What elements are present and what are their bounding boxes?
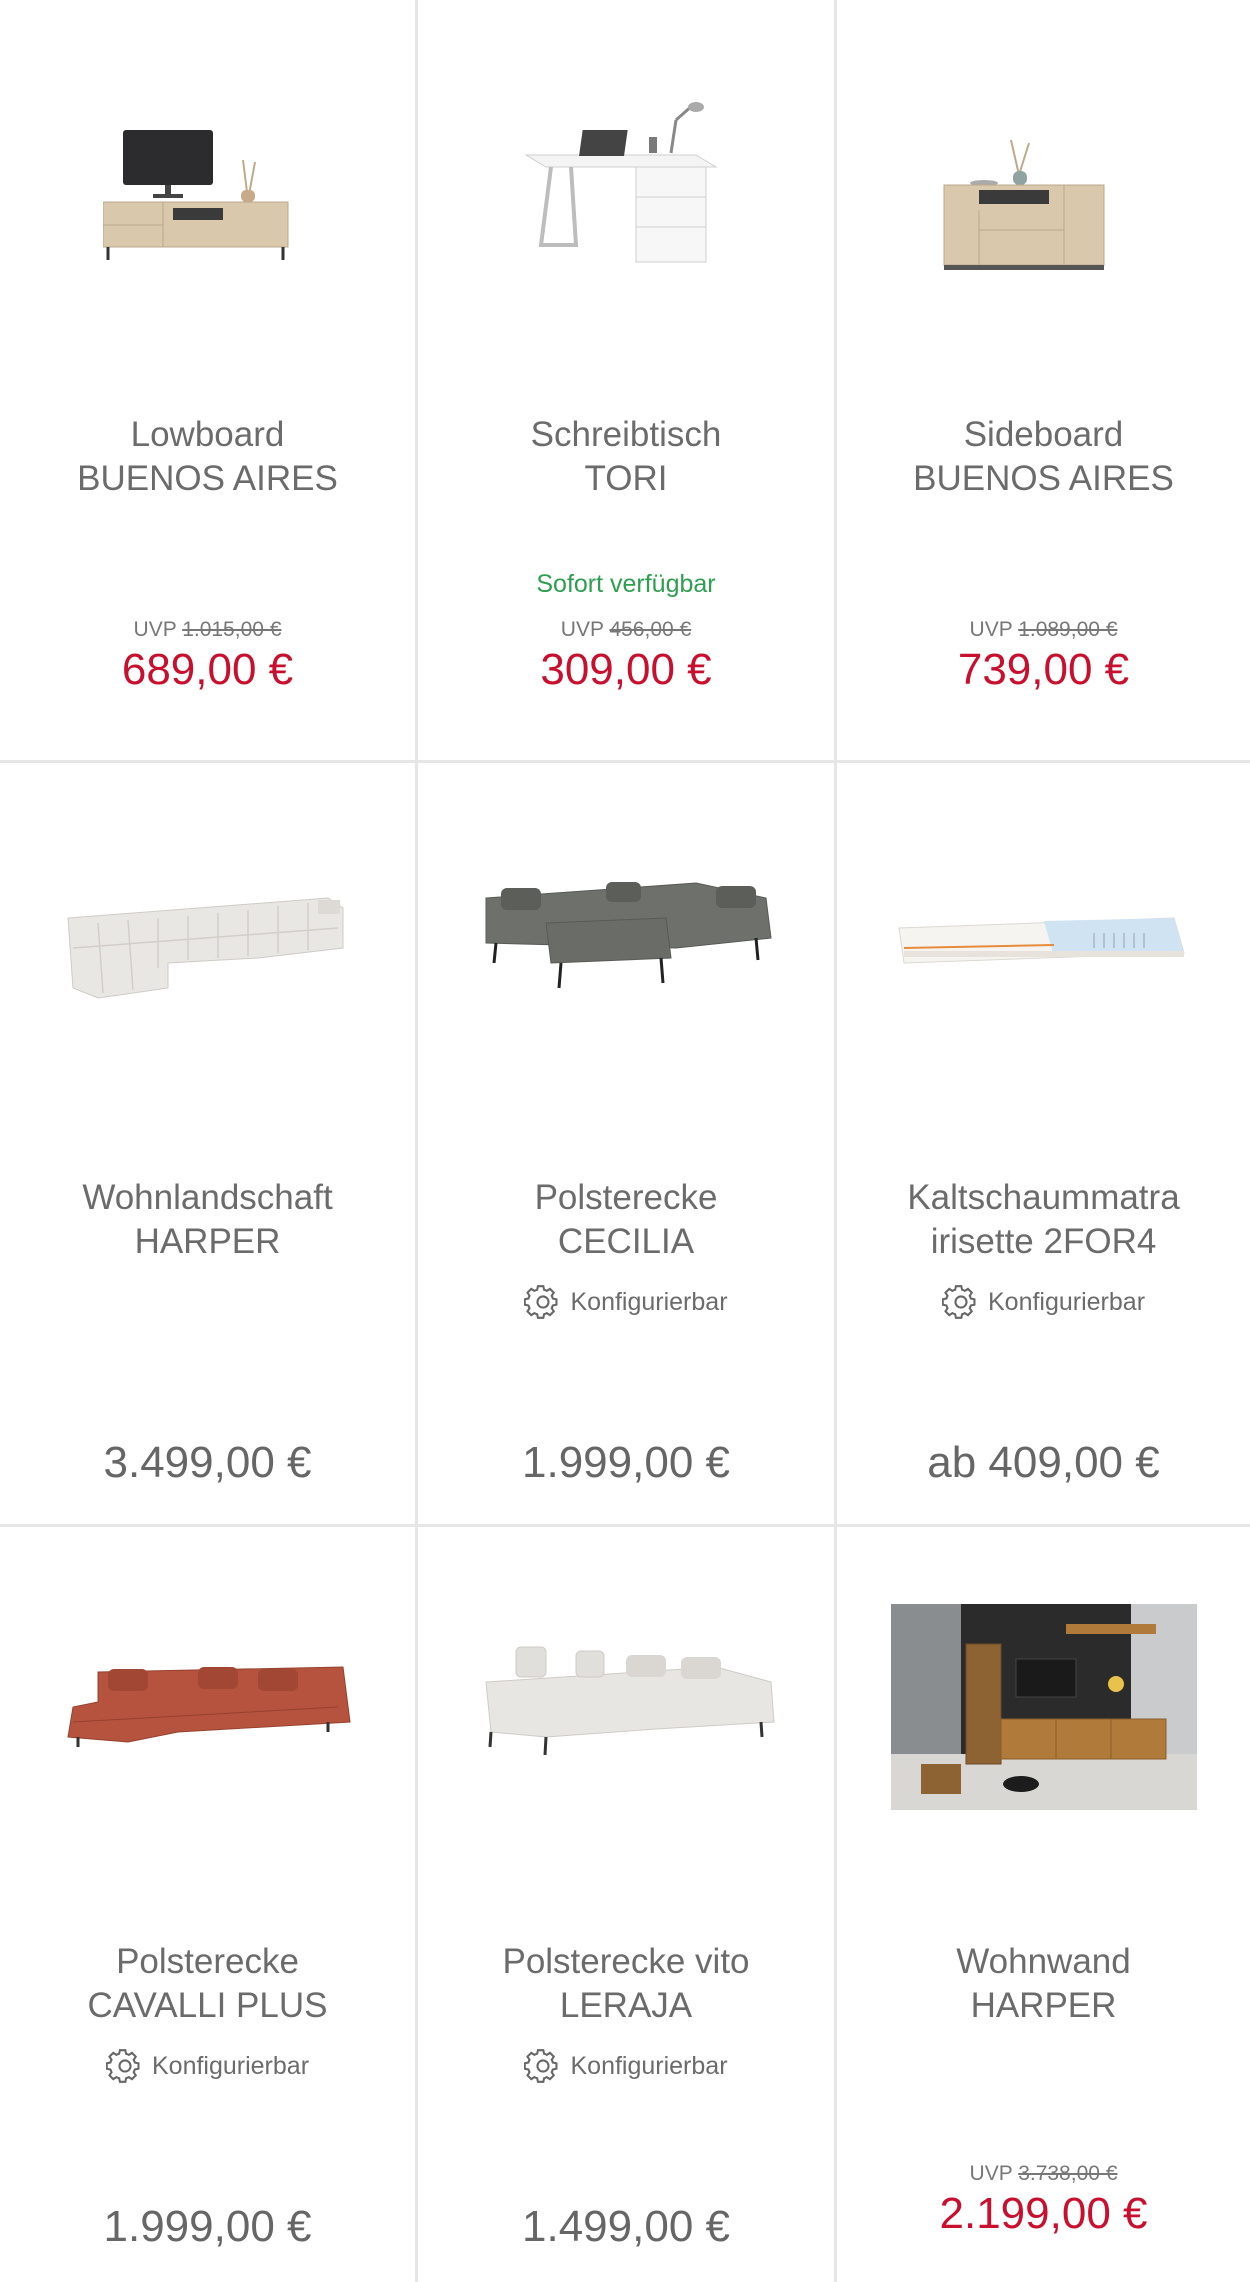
product-name-line2: BUENOS AIRES — [77, 459, 338, 498]
configurable-badge: Konfigurierbar — [0, 2047, 415, 2085]
product-name-line1: Wohnlandschaft — [82, 1178, 333, 1217]
product-name[interactable]: Lowboard BUENOS AIRES — [10, 413, 405, 501]
product-image[interactable] — [837, 1527, 1250, 1887]
product-image[interactable] — [837, 763, 1250, 1123]
product-card-sideboard-buenos-aires[interactable]: Sideboard BUENOS AIRES UVP 1.089,00 € 73… — [837, 0, 1250, 763]
product-image[interactable] — [418, 1527, 834, 1887]
product-name-line2: BUENOS AIRES — [913, 459, 1174, 498]
sale-price: 309,00 € — [540, 645, 712, 694]
product-name-line1: Wohnwand — [956, 1942, 1131, 1981]
product-grid: Lowboard BUENOS AIRES UVP 1.015,00 € 689… — [0, 0, 1250, 2282]
product-name-line1: Polsterecke vito — [502, 1942, 750, 1981]
uvp-label: UVP — [133, 618, 177, 641]
product-name-line2: TORI — [584, 459, 668, 498]
price: 1.499,00 € — [522, 2202, 730, 2251]
product-name-line2: LERAJA — [559, 1986, 693, 2025]
uvp-value: 456,00 € — [609, 618, 692, 641]
product-card-lowboard-buenos-aires[interactable]: Lowboard BUENOS AIRES UVP 1.015,00 € 689… — [0, 0, 418, 763]
gear-icon — [941, 1285, 976, 1319]
configurable-badge: Konfigurierbar — [418, 2047, 834, 2085]
price: 1.999,00 € — [103, 2202, 312, 2251]
product-name-line2: irisette 2FOR4 — [930, 1222, 1157, 1261]
uvp-price: UVP 3.738,00 € — [837, 2162, 1250, 2186]
product-name[interactable]: Sideboard BUENOS AIRES — [847, 413, 1240, 501]
price: ab 409,00 € — [927, 1438, 1160, 1487]
product-card-kaltschaummatratze-irisette[interactable]: Kaltschaummatra irisette 2FOR4 Konfiguri… — [837, 763, 1250, 1527]
product-name-line1: Sideboard — [963, 415, 1124, 454]
product-name-line2: CECILIA — [557, 1222, 695, 1261]
configurable-label: Konfigurierbar — [151, 2051, 310, 2080]
product-card-polsterecke-cecilia[interactable]: Polsterecke CECILIA Konfigurierbar 1.999… — [418, 763, 837, 1527]
product-name[interactable]: Polsterecke CAVALLI PLUS — [10, 1940, 405, 2028]
product-name-line2: HARPER — [970, 1986, 1117, 2025]
uvp-label: UVP — [969, 618, 1013, 641]
product-image[interactable] — [418, 0, 834, 360]
product-name-line1: Lowboard — [130, 415, 285, 454]
uvp-price: UVP 1.089,00 € — [837, 618, 1250, 642]
product-card-polsterecke-cavalli-plus[interactable]: Polsterecke CAVALLI PLUS Konfigurierbar … — [0, 1527, 418, 2282]
sale-price: 689,00 € — [121, 645, 294, 694]
product-name[interactable]: Wohnlandschaft HARPER — [10, 1176, 405, 1264]
product-image[interactable] — [0, 763, 415, 1123]
product-name-line1: Polsterecke — [116, 1942, 299, 1981]
product-name[interactable]: Kaltschaummatra irisette 2FOR4 — [847, 1176, 1240, 1264]
product-name-line2: CAVALLI PLUS — [87, 1986, 328, 2025]
product-name-line1: Polsterecke — [534, 1178, 718, 1217]
configurable-badge: Konfigurierbar — [418, 1283, 834, 1321]
product-card-schreibtisch-tori[interactable]: Schreibtisch TORI Sofort verfügbar UVP 4… — [418, 0, 837, 763]
configurable-label: Konfigurierbar — [570, 1287, 728, 1316]
uvp-value: 1.015,00 € — [182, 618, 282, 641]
product-name[interactable]: Wohnwand HARPER — [847, 1940, 1240, 2028]
price: 1.999,00 € — [522, 1438, 730, 1487]
product-image[interactable] — [837, 0, 1250, 360]
product-card-wohnwand-harper[interactable]: Wohnwand HARPER UVP 3.738,00 € 2.199,00 … — [837, 1527, 1250, 2282]
uvp-value: 3.738,00 € — [1018, 2162, 1118, 2185]
sale-price: 2.199,00 € — [939, 2189, 1148, 2238]
availability-label: Sofort verfügbar — [536, 570, 716, 598]
product-card-polsterecke-vito-leraja[interactable]: Polsterecke vito LERAJA Konfigurierbar 1… — [418, 1527, 837, 2282]
product-card-wohnlandschaft-harper[interactable]: Wohnlandschaft HARPER 3.499,00 € — [0, 763, 418, 1527]
configurable-label: Konfigurierbar — [987, 1287, 1146, 1316]
gear-icon — [105, 2049, 140, 2083]
product-name-line1: Kaltschaummatra — [907, 1178, 1180, 1217]
product-image[interactable] — [0, 1527, 415, 1887]
configurable-label: Konfigurierbar — [570, 2051, 728, 2080]
configurable-badge: Konfigurierbar — [837, 1283, 1250, 1321]
uvp-label: UVP — [969, 2162, 1013, 2185]
product-image[interactable] — [0, 0, 415, 360]
uvp-value: 1.089,00 € — [1018, 618, 1118, 641]
product-name[interactable]: Schreibtisch TORI — [428, 413, 824, 501]
uvp-price: UVP 456,00 € — [418, 618, 834, 642]
product-name-line1: Schreibtisch — [530, 415, 722, 454]
product-name[interactable]: Polsterecke CECILIA — [428, 1176, 824, 1264]
gear-icon — [524, 2049, 558, 2083]
sale-price: 739,00 € — [957, 645, 1130, 694]
product-image[interactable] — [418, 763, 834, 1123]
uvp-label: UVP — [560, 618, 604, 641]
product-name-line2: HARPER — [134, 1222, 281, 1261]
price: 3.499,00 € — [103, 1438, 312, 1487]
gear-icon — [524, 1285, 558, 1319]
uvp-price: UVP 1.015,00 € — [0, 618, 415, 642]
product-name[interactable]: Polsterecke vito LERAJA — [428, 1940, 824, 2028]
